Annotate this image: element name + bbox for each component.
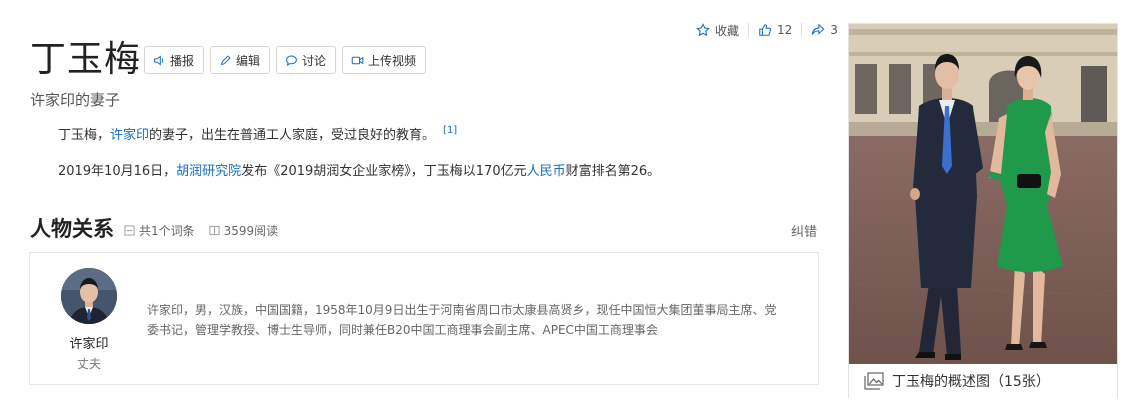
chat-bubble-icon xyxy=(286,55,297,66)
favorite-label: 收藏 xyxy=(715,23,740,38)
summary-text: 发布《2019胡润女企业家榜》，丁玉梅以170亿元 xyxy=(241,164,527,179)
book-icon xyxy=(209,225,220,236)
relations-meta: 共1个词条 3599阅读 xyxy=(124,222,278,239)
citation-ref[interactable]: [1] xyxy=(443,125,457,136)
speaker-icon xyxy=(154,54,164,66)
album-caption[interactable]: 丁玉梅的概述图（15张） xyxy=(849,364,1117,398)
divider xyxy=(801,23,803,37)
summary-text: 丁玉梅， xyxy=(58,128,111,143)
album-caption-text: 丁玉梅的概述图（15张） xyxy=(892,374,1050,390)
relation-description: 许家印，男，汉族，中国国籍，1958年10月9日出生于河南省周口市太康县高贤乡，… xyxy=(147,303,777,337)
entry-toolbar: 播报 编辑 讨论 上传视频 xyxy=(144,46,427,74)
page-title: 丁玉梅 xyxy=(30,39,142,80)
video-camera-icon xyxy=(351,56,364,64)
entry-subtitle: 许家印的妻子 xyxy=(30,91,121,109)
favorite-button[interactable]: 收藏 xyxy=(696,22,739,39)
summary-text: 的妻子，出生在普通工人家庭，受过良好的教育。 xyxy=(149,128,436,143)
link-xu-jiayin[interactable]: 许家印 xyxy=(110,128,149,143)
read-count: 3599阅读 xyxy=(209,222,279,239)
album-card[interactable]: 丁玉梅的概述图（15张） xyxy=(848,23,1118,398)
top-actions: 收藏 12 3 xyxy=(696,22,838,38)
correct-error-link[interactable]: 纠错 xyxy=(791,221,817,240)
read-count-text: 3599阅读 xyxy=(223,224,279,238)
star-icon xyxy=(696,23,710,37)
pencil-icon xyxy=(220,54,231,65)
summary-paragraph-1: 丁玉梅，许家印的妻子，出生在普通工人家庭，受过良好的教育。 [1] xyxy=(58,121,457,146)
entry-count-text: 共1个词条 xyxy=(139,224,195,238)
like-button[interactable]: 12 xyxy=(758,23,792,37)
relations-heading: 人物关系 xyxy=(30,217,114,241)
summary-text: 财富排名第26。 xyxy=(565,164,661,179)
relation-role: 丈夫 xyxy=(76,357,101,371)
share-icon xyxy=(812,23,825,35)
summary-text: 2019年10月16日， xyxy=(58,164,177,179)
like-count: 12 xyxy=(777,23,793,37)
edit-button[interactable]: 编辑 xyxy=(210,46,271,74)
relation-name[interactable]: 许家印 xyxy=(52,333,126,352)
thumbs-up-icon xyxy=(759,24,772,36)
discuss-button[interactable]: 讨论 xyxy=(276,46,337,74)
broadcast-button[interactable]: 播报 xyxy=(144,46,205,74)
image-gallery-icon xyxy=(864,372,884,390)
upload-video-button[interactable]: 上传视频 xyxy=(342,46,427,74)
summary-photo[interactable] xyxy=(849,24,1117,364)
relation-card: 许家印 丈夫 许家印，男，汉族，中国国籍，1958年10月9日出生于河南省周口市… xyxy=(29,252,819,385)
broadcast-label: 播报 xyxy=(170,53,195,68)
share-button[interactable]: 3 xyxy=(811,23,838,37)
share-count: 3 xyxy=(830,23,838,37)
divider xyxy=(748,23,750,37)
list-icon xyxy=(124,225,135,236)
discuss-label: 讨论 xyxy=(302,53,327,68)
edit-label: 编辑 xyxy=(236,53,261,68)
summary-paragraph-2: 2019年10月16日，胡润研究院发布《2019胡润女企业家榜》，丁玉梅以170… xyxy=(58,162,660,182)
entry-count: 共1个词条 xyxy=(124,222,195,239)
link-hurun-institute[interactable]: 胡润研究院 xyxy=(176,164,241,179)
link-rmb[interactable]: 人民币 xyxy=(527,164,566,179)
upload-video-label: 上传视频 xyxy=(368,53,417,68)
avatar[interactable] xyxy=(61,268,117,324)
